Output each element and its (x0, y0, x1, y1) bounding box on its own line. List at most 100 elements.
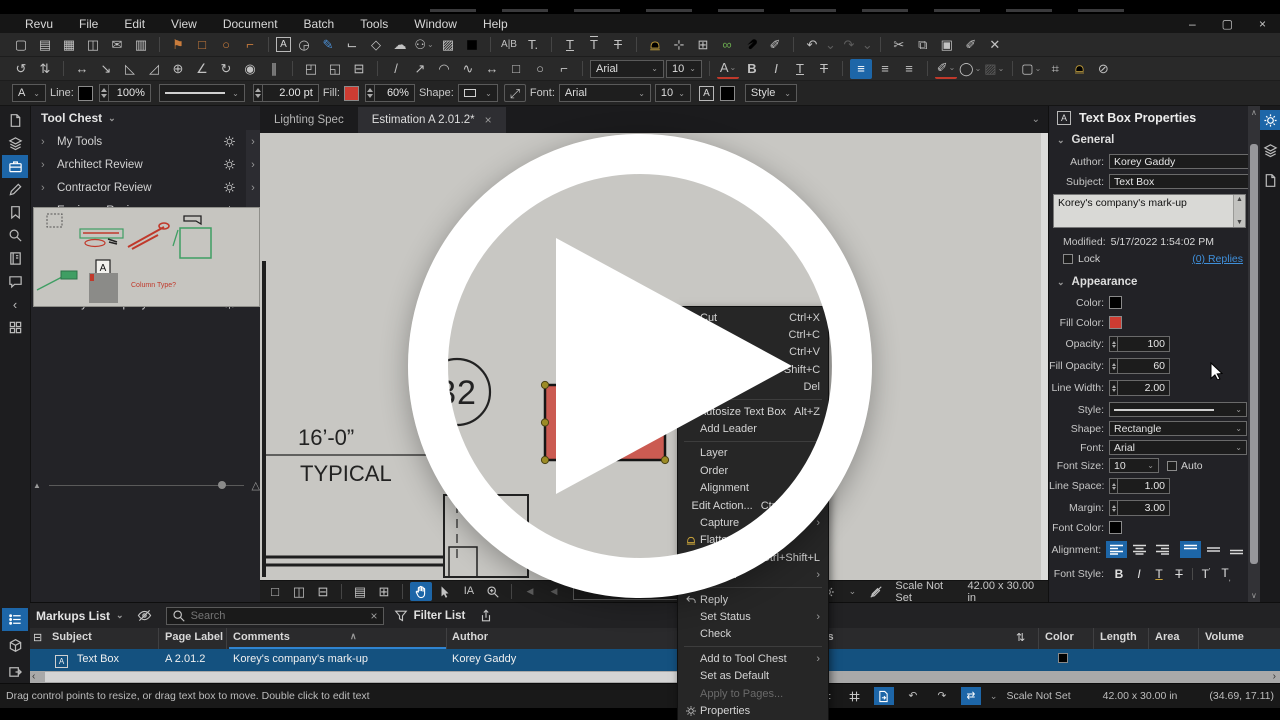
hatch-pattern-icon[interactable]: ▨ ⌄ (983, 59, 1005, 79)
captures-rail-icon[interactable] (2, 634, 28, 657)
menu-tools[interactable]: Tools (360, 17, 388, 31)
pan-tool-icon[interactable] (409, 582, 432, 601)
page-setup-icon[interactable]: ▢ ⌄ (1020, 59, 1042, 79)
column-subject[interactable]: Subject (52, 631, 92, 643)
markup-table-row[interactable]: A Text Box A 2.01.2 Korey's company's ma… (0, 649, 1280, 671)
summary-rail-icon[interactable] (2, 660, 28, 683)
align-left-icon[interactable]: ≡ (850, 58, 872, 79)
cut-icon[interactable]: ✂ (888, 35, 910, 55)
comment-scrollbar[interactable]: ▲ ▼ (1233, 195, 1245, 227)
arc-tool-icon[interactable]: ◠ (433, 59, 455, 79)
rectangle-tool-icon[interactable]: □ (505, 59, 527, 79)
font-size-dropdown[interactable]: 10 ⌄ (666, 59, 702, 78)
polyline-flag-icon[interactable]: ⌐ (239, 35, 261, 55)
style-dropdown[interactable]: Style ⌄ (744, 84, 797, 102)
corner-one-icon[interactable]: ◰ (300, 59, 322, 79)
email-icon[interactable]: ✉ (106, 35, 128, 55)
tool-chest-item-contractor-review[interactable]: › Contractor Review › (31, 176, 260, 200)
ellipse-tool-icon[interactable]: ○ (529, 59, 551, 79)
sort-ascending-icon[interactable]: ∧ (350, 631, 357, 642)
undo-dropdown-icon[interactable]: ⌄ (825, 35, 836, 55)
fill-color-swatch[interactable] (1109, 316, 1122, 329)
crop-icon[interactable]: ⌗ (1044, 59, 1066, 79)
full-screen-icon[interactable]: ⊞ (373, 582, 395, 601)
export-summary-icon[interactable] (475, 606, 497, 626)
union-icon[interactable]: ⊟ (348, 59, 370, 79)
context-menu-item-autosize-text-box[interactable]: Autosize Text Box Alt+Z (678, 403, 828, 420)
tab-estimation[interactable]: Estimation A 2.01.2* × (357, 107, 506, 133)
tool-chest-preview[interactable]: A Column Type? (33, 207, 260, 307)
nav-scale-label[interactable]: Scale Not Set (895, 580, 959, 604)
context-menu-item-paste[interactable]: Paste Ctrl+V (678, 344, 828, 361)
panel-font-size-dropdown[interactable]: 10 ⌄ (1109, 458, 1159, 473)
line-width-value[interactable]: 2.00 pt (262, 84, 319, 102)
undo-icon[interactable]: ↶ (801, 35, 823, 55)
thumbnails-icon[interactable] (2, 316, 28, 339)
font-color-icon[interactable]: A ⌄ (717, 59, 739, 79)
align-middle-button[interactable] (1203, 541, 1224, 558)
menu-document[interactable]: Document (223, 17, 278, 31)
line-style-dropdown[interactable]: ⌄ (158, 84, 245, 102)
strikethrough-text-icon[interactable]: T (607, 35, 629, 55)
collapse-panel-icon[interactable]: ‹ (2, 293, 28, 316)
text-review-icon[interactable]: T. (522, 35, 544, 55)
lock-checkbox[interactable] (1063, 254, 1073, 264)
line-space-spinner[interactable] (1109, 478, 1118, 494)
properties-panel-scrollbar[interactable]: ∧ ∨ (1248, 106, 1260, 602)
rotate-ccw-icon[interactable]: ↺ (10, 59, 32, 79)
brightness-dropdown-icon[interactable]: ⌄ (847, 582, 857, 601)
first-page-icon[interactable]: ◀ (519, 582, 541, 601)
column-author[interactable]: Author (452, 631, 488, 643)
hscroll-thumb[interactable] (45, 672, 680, 682)
hyperlink-icon[interactable]: ∞ (716, 35, 738, 55)
italic-icon[interactable]: I (765, 59, 787, 79)
strikethrough-icon[interactable]: T (813, 59, 835, 79)
search-panel-icon[interactable] (2, 224, 28, 247)
flag-markup-icon[interactable]: ⚑ (167, 35, 189, 55)
callout-tool-icon[interactable]: ⌙ (341, 35, 363, 55)
dimension-tool-icon[interactable]: ↔ (481, 59, 503, 79)
paste-icon[interactable]: ▣ (936, 35, 958, 55)
select-text-icon[interactable]: ΙA (458, 582, 480, 601)
skew-left-icon[interactable]: ◺ (119, 59, 141, 79)
style-dropdown[interactable]: ⌄ (1109, 402, 1247, 417)
polygon-shape-icon[interactable]: ⌐ (553, 59, 575, 79)
format-brush-icon[interactable]: ✐ (960, 35, 982, 55)
flip-icon[interactable]: ⇅ (34, 59, 56, 79)
window-restore-button[interactable]: ▢ (1222, 17, 1233, 31)
save-markup-icon[interactable]: ⊞ (692, 35, 714, 55)
status-scale-label[interactable]: Scale Not Set (1006, 690, 1070, 702)
tool-chest-header[interactable]: Tool Chest ⌄ (31, 106, 260, 130)
menu-view[interactable]: View (171, 17, 197, 31)
circle-flag-icon[interactable]: ○ (215, 35, 237, 55)
markup-tools-icon[interactable] (2, 178, 28, 201)
disable-markup-icon[interactable] (865, 582, 887, 601)
open-file-icon[interactable]: ▤ (34, 35, 56, 55)
image-tool-icon[interactable]: ▨ (437, 35, 459, 55)
delete-icon[interactable]: ✕ (984, 35, 1006, 55)
line-width-spinner[interactable] (1109, 380, 1118, 396)
gear-icon[interactable] (223, 158, 236, 171)
markups-horizontal-scrollbar[interactable]: ‹ › (0, 671, 1280, 683)
hide-markups-icon[interactable] (134, 606, 156, 626)
column-area[interactable]: Area (1155, 631, 1179, 643)
expand-arrow-icon[interactable]: › (246, 153, 260, 177)
align-top-button[interactable] (1180, 541, 1202, 558)
line-opacity-spinner[interactable] (98, 84, 109, 102)
tab-lighting-spec[interactable]: Lighting Spec (260, 107, 358, 133)
forms-panel-icon[interactable] (1260, 170, 1280, 190)
margin-value[interactable]: 3.00 (1118, 500, 1170, 516)
sync-views-icon[interactable]: ⇄ (960, 687, 981, 705)
superscript-button[interactable]: T' (1196, 567, 1216, 581)
pen-tool-icon[interactable]: ✎ (317, 35, 339, 55)
scroll-up-icon[interactable]: ∧ (1251, 108, 1257, 117)
column-color[interactable]: Color (1045, 631, 1074, 643)
align-left-button[interactable] (1106, 541, 1128, 558)
font-family-dropdown[interactable]: Arial ⌄ (590, 59, 664, 78)
context-menu-item-paste-in-place[interactable]: Paste in Place Ctrl+Shift+C (678, 361, 828, 378)
author-field[interactable] (1109, 154, 1249, 169)
rotate-cw-icon[interactable]: ↻ (215, 59, 237, 79)
reuse-markup-icon[interactable] (873, 687, 894, 705)
context-menu-item-properties[interactable]: Properties (678, 702, 828, 719)
strikethrough-button[interactable]: T (1169, 567, 1189, 581)
